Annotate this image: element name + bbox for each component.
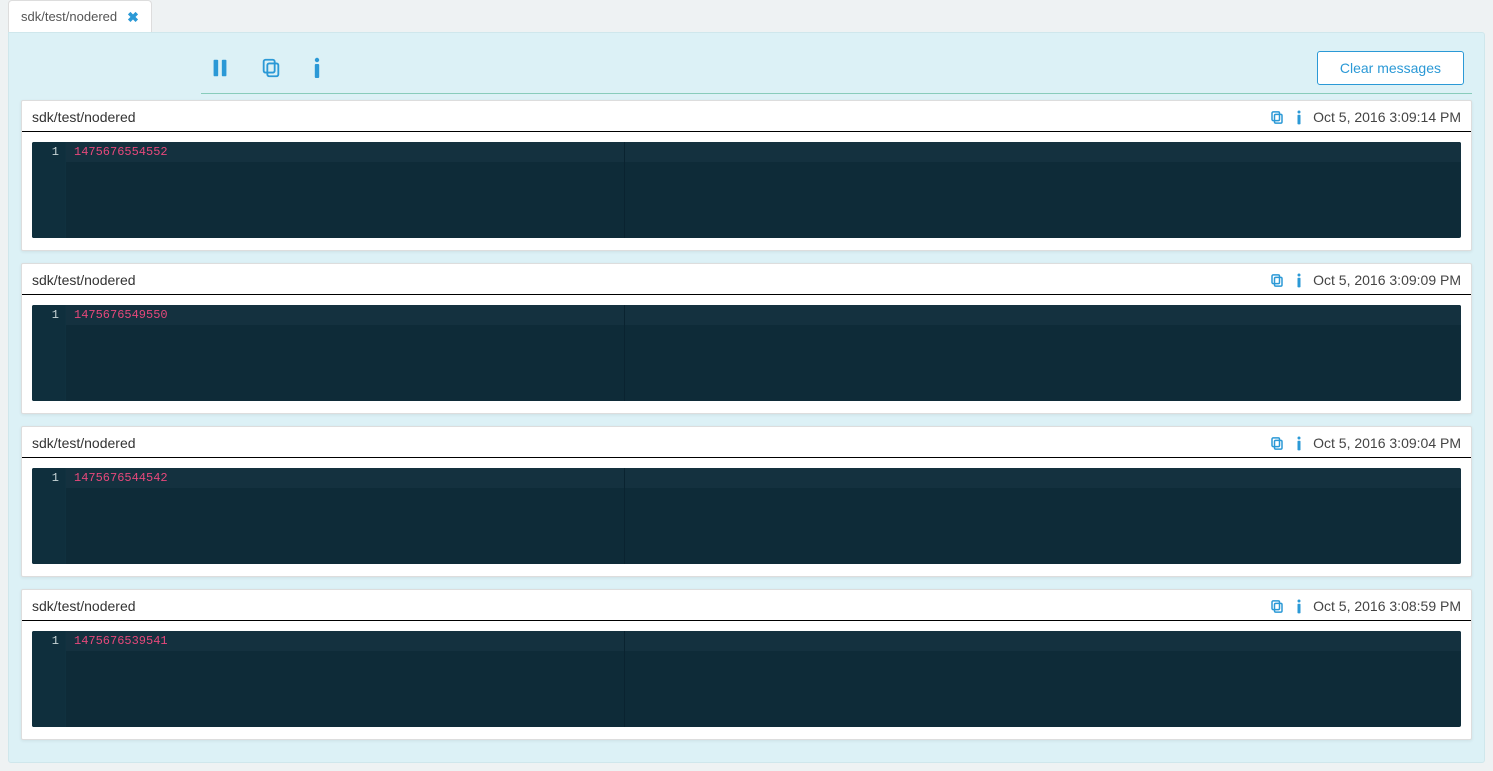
- message-header: sdk/test/nodered Oct 5, 2016 3:09:04 PM: [22, 427, 1471, 458]
- copy-icon[interactable]: [259, 57, 283, 79]
- close-icon[interactable]: ✖: [127, 10, 139, 24]
- copy-icon[interactable]: [1269, 110, 1285, 125]
- message-card: sdk/test/nodered Oct 5, 2016 3:09:09 PM …: [21, 263, 1472, 414]
- editor-split: [624, 305, 625, 401]
- line-number: 1: [32, 631, 66, 727]
- payload-value: 1475676549550: [74, 308, 168, 322]
- toolbar: Clear messages: [201, 43, 1472, 94]
- tab-topic[interactable]: sdk/test/nodered ✖: [8, 0, 152, 32]
- message-body: 1 1475676549550: [32, 305, 1461, 401]
- payload-area[interactable]: 1475676544542: [66, 468, 1461, 564]
- line-number: 1: [32, 142, 66, 238]
- message-timestamp: Oct 5, 2016 3:09:04 PM: [1313, 435, 1461, 451]
- message-header: sdk/test/nodered Oct 5, 2016 3:09:14 PM: [22, 101, 1471, 132]
- copy-icon[interactable]: [1269, 599, 1285, 614]
- editor-split: [624, 142, 625, 238]
- message-topic: sdk/test/nodered: [32, 435, 136, 451]
- message-body: 1 1475676544542: [32, 468, 1461, 564]
- line-number: 1: [32, 305, 66, 401]
- message-header: sdk/test/nodered Oct 5, 2016 3:09:09 PM: [22, 264, 1471, 295]
- message-body: 1 1475676539541: [32, 631, 1461, 727]
- info-icon[interactable]: [1295, 436, 1303, 451]
- tab-label: sdk/test/nodered: [21, 9, 117, 24]
- message-body: 1 1475676554552: [32, 142, 1461, 238]
- payload-area[interactable]: 1475676549550: [66, 305, 1461, 401]
- editor-split: [624, 468, 625, 564]
- message-timestamp: Oct 5, 2016 3:08:59 PM: [1313, 598, 1461, 614]
- payload-value: 1475676544542: [74, 471, 168, 485]
- info-icon[interactable]: [1295, 110, 1303, 125]
- message-topic: sdk/test/nodered: [32, 598, 136, 614]
- message-card: sdk/test/nodered Oct 5, 2016 3:09:04 PM …: [21, 426, 1472, 577]
- messages-panel: Clear messages sdk/test/nodered Oct 5, 2…: [8, 32, 1485, 763]
- message-card: sdk/test/nodered Oct 5, 2016 3:08:59 PM …: [21, 589, 1472, 740]
- copy-icon[interactable]: [1269, 436, 1285, 451]
- message-card: sdk/test/nodered Oct 5, 2016 3:09:14 PM …: [21, 100, 1472, 251]
- info-icon[interactable]: [311, 57, 323, 79]
- message-timestamp: Oct 5, 2016 3:09:14 PM: [1313, 109, 1461, 125]
- message-topic: sdk/test/nodered: [32, 272, 136, 288]
- info-icon[interactable]: [1295, 599, 1303, 614]
- message-timestamp: Oct 5, 2016 3:09:09 PM: [1313, 272, 1461, 288]
- pause-icon[interactable]: [209, 57, 231, 79]
- payload-area[interactable]: 1475676539541: [66, 631, 1461, 727]
- copy-icon[interactable]: [1269, 273, 1285, 288]
- clear-messages-button[interactable]: Clear messages: [1317, 51, 1464, 85]
- message-topic: sdk/test/nodered: [32, 109, 136, 125]
- payload-area[interactable]: 1475676554552: [66, 142, 1461, 238]
- payload-value: 1475676539541: [74, 634, 168, 648]
- line-number: 1: [32, 468, 66, 564]
- info-icon[interactable]: [1295, 273, 1303, 288]
- payload-value: 1475676554552: [74, 145, 168, 159]
- editor-split: [624, 631, 625, 727]
- tab-bar: sdk/test/nodered ✖: [0, 0, 1493, 32]
- message-header: sdk/test/nodered Oct 5, 2016 3:08:59 PM: [22, 590, 1471, 621]
